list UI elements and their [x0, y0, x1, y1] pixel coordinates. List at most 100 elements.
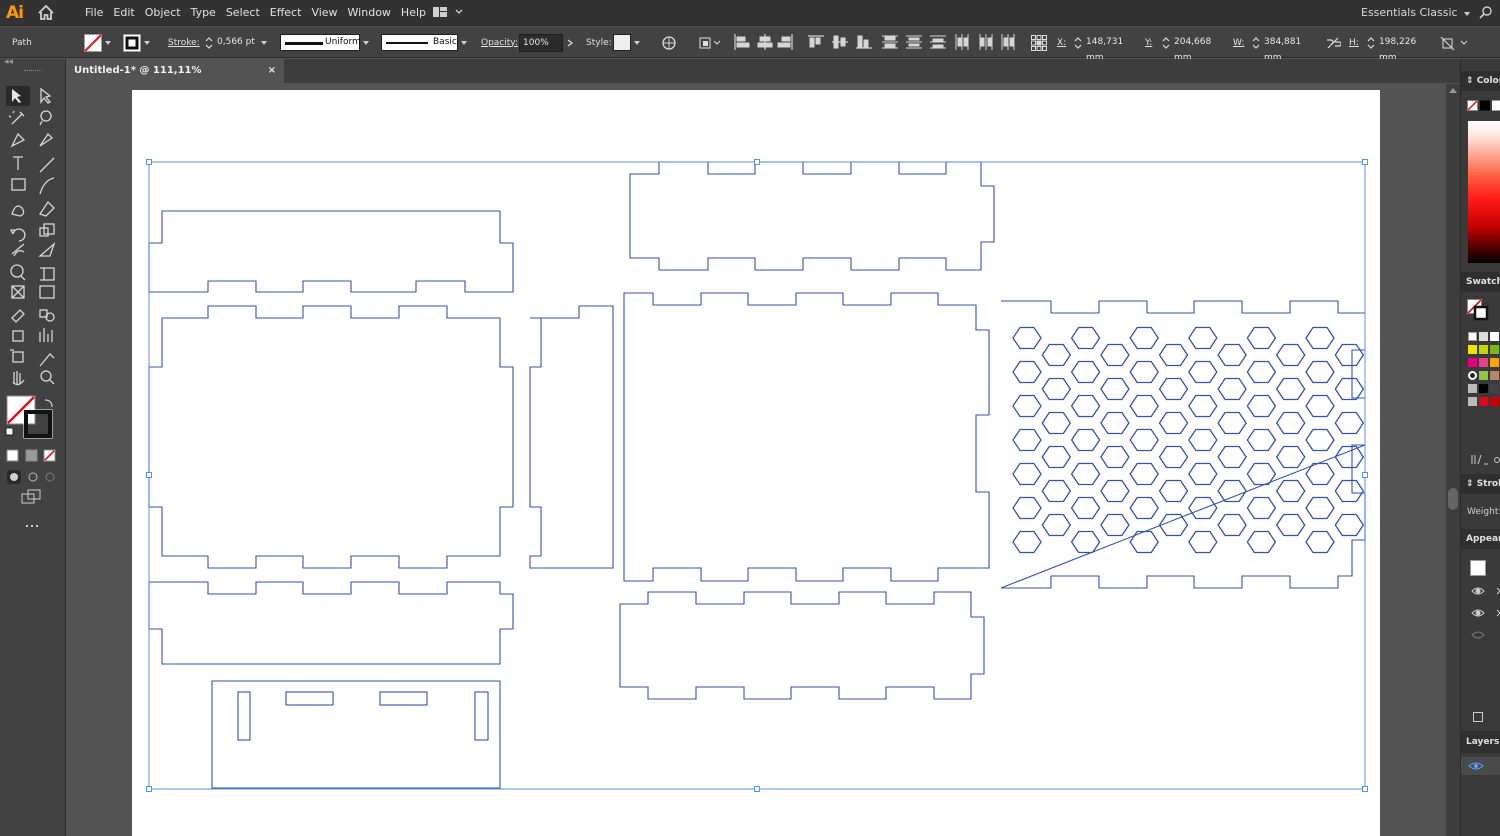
swatch-none[interactable]: [1468, 332, 1477, 341]
swatch-dark-red[interactable]: [1490, 397, 1499, 406]
draw-behind-icon[interactable]: [25, 468, 39, 482]
width-tool[interactable]: [6, 240, 28, 260]
align-icons[interactable]: [732, 33, 1022, 51]
line-segment-tool[interactable]: [34, 152, 56, 172]
swatch-fill-stroke[interactable]: [1467, 299, 1500, 321]
swatch-folder-icon[interactable]: [1468, 384, 1477, 393]
stroke-panel-tab[interactable]: ⇕ Stroke: [1461, 474, 1500, 494]
recolor-artwork-icon[interactable]: [661, 27, 677, 58]
document-tab[interactable]: Untitled-1* @ 111,11% (CMYK/Preview) ×: [66, 59, 284, 100]
h-value[interactable]: 198,226 mm: [1376, 33, 1434, 63]
swatch-black[interactable]: [1479, 384, 1488, 393]
color-panel-tab[interactable]: ⇕ Color: [1461, 71, 1500, 91]
menu-type[interactable]: Type: [186, 0, 221, 26]
stepper-icon[interactable]: [204, 35, 214, 51]
stepper-icon[interactable]: [1366, 35, 1376, 51]
brush-definition[interactable]: Basic: [381, 27, 470, 58]
swatch-orange[interactable]: [1490, 358, 1499, 367]
swatch-pattern[interactable]: [1479, 371, 1488, 380]
w-field[interactable]: 384,881 mm: [1251, 27, 1319, 63]
swatch-registration[interactable]: [1479, 332, 1488, 341]
menu-edit[interactable]: Edit: [108, 0, 139, 26]
w-value[interactable]: 384,881 mm: [1261, 33, 1319, 63]
perspective-grid-tool[interactable]: [34, 262, 56, 282]
swatch-white[interactable]: [1490, 332, 1499, 341]
graphic-style-picker[interactable]: [613, 27, 643, 58]
scale-tool[interactable]: [34, 218, 56, 238]
constrain-proportions-icon[interactable]: [1325, 27, 1341, 58]
swatch-lime[interactable]: [1479, 345, 1488, 354]
rectangle-tool[interactable]: [6, 174, 28, 194]
default-colors-icon[interactable]: [4, 426, 16, 438]
w-label[interactable]: W:: [1233, 38, 1244, 48]
scroll-thumb[interactable]: [1448, 488, 1458, 510]
swatch-group-icon[interactable]: [1468, 371, 1477, 380]
swatch-red[interactable]: [1479, 397, 1488, 406]
slice-tool[interactable]: [34, 350, 56, 370]
selection-tool[interactable]: [6, 86, 28, 106]
pen-tool[interactable]: [6, 130, 28, 150]
workspace-switcher[interactable]: Essentials Classic: [1361, 6, 1473, 19]
arrange-documents-icon[interactable]: [432, 6, 464, 21]
x-field[interactable]: 148,731 mm: [1073, 27, 1139, 63]
opacity-value[interactable]: 100%: [519, 33, 563, 52]
new-layer-icon[interactable]: [1473, 712, 1483, 722]
stepper-icon[interactable]: [1251, 35, 1261, 51]
menu-select[interactable]: Select: [221, 0, 265, 26]
swatch-pink[interactable]: [1479, 358, 1488, 367]
blend-tool[interactable]: [34, 306, 56, 326]
curvature-tool[interactable]: [34, 130, 56, 150]
y-label[interactable]: Y:: [1145, 38, 1152, 48]
eraser-tool[interactable]: [34, 196, 56, 216]
reference-point-icon[interactable]: [1030, 27, 1048, 58]
eyedropper-tool[interactable]: [6, 306, 28, 326]
swatch-brown[interactable]: [1490, 371, 1499, 380]
gradient-tool[interactable]: [34, 284, 56, 304]
gradient-mode-button[interactable]: [25, 448, 39, 462]
chevron-right-icon[interactable]: [563, 38, 577, 48]
swatch-folder-icon[interactable]: [1468, 397, 1477, 406]
swatch-libraries-icon[interactable]: [1470, 453, 1500, 465]
stepper-icon[interactable]: [1073, 35, 1083, 51]
screen-mode-icon[interactable]: [20, 488, 42, 508]
symbol-sprayer-tool[interactable]: [6, 328, 28, 348]
home-icon[interactable]: [38, 4, 54, 23]
puppet-warp-tool[interactable]: [34, 240, 56, 260]
fill-stroke-mini[interactable]: [1467, 100, 1500, 114]
stroke-color-box[interactable]: [23, 410, 53, 440]
swap-colors-icon[interactable]: [42, 397, 54, 409]
draw-inside-icon[interactable]: [43, 468, 57, 482]
swatch-yellow[interactable]: [1468, 345, 1477, 354]
artwork[interactable]: [67, 84, 1445, 836]
vertical-scrollbar[interactable]: [1446, 84, 1460, 836]
column-graph-tool[interactable]: [34, 328, 56, 348]
h-field[interactable]: 198,226 mm: [1366, 27, 1434, 63]
shaper-tool[interactable]: [6, 196, 28, 216]
color-mode-button[interactable]: [6, 448, 20, 462]
magic-wand-tool[interactable]: [6, 108, 28, 128]
appearance-visibility-icons[interactable]: [1470, 583, 1500, 639]
opacity-label[interactable]: Opacity:: [481, 38, 518, 48]
menu-file[interactable]: File: [80, 0, 108, 26]
draw-normal-icon[interactable]: [6, 468, 20, 482]
close-icon[interactable]: ×: [268, 59, 276, 83]
opacity-field[interactable]: 100%: [519, 27, 577, 58]
stroke-swatch[interactable]: [123, 27, 153, 58]
fill-swatch[interactable]: [84, 27, 114, 58]
appearance-panel-tab[interactable]: Appear: [1461, 529, 1500, 549]
y-field[interactable]: 204,668 mm: [1161, 27, 1227, 63]
type-tool[interactable]: [6, 152, 28, 172]
none-mode-button[interactable]: [43, 448, 57, 462]
scroll-up-icon[interactable]: [1449, 88, 1457, 93]
layer-visibility-icon[interactable]: [1468, 760, 1484, 772]
stroke-weight-field[interactable]: 0,566 pt: [204, 27, 270, 58]
swatch-green[interactable]: [1490, 345, 1499, 354]
paintbrush-tool[interactable]: [34, 174, 56, 194]
zoom-tool[interactable]: [34, 372, 56, 392]
menu-view[interactable]: View: [306, 0, 342, 26]
artboard-tool[interactable]: [6, 350, 28, 370]
mesh-tool[interactable]: [6, 284, 28, 304]
direct-selection-tool[interactable]: [34, 86, 56, 106]
menu-object[interactable]: Object: [140, 0, 186, 26]
shape-builder-tool[interactable]: [6, 262, 28, 282]
